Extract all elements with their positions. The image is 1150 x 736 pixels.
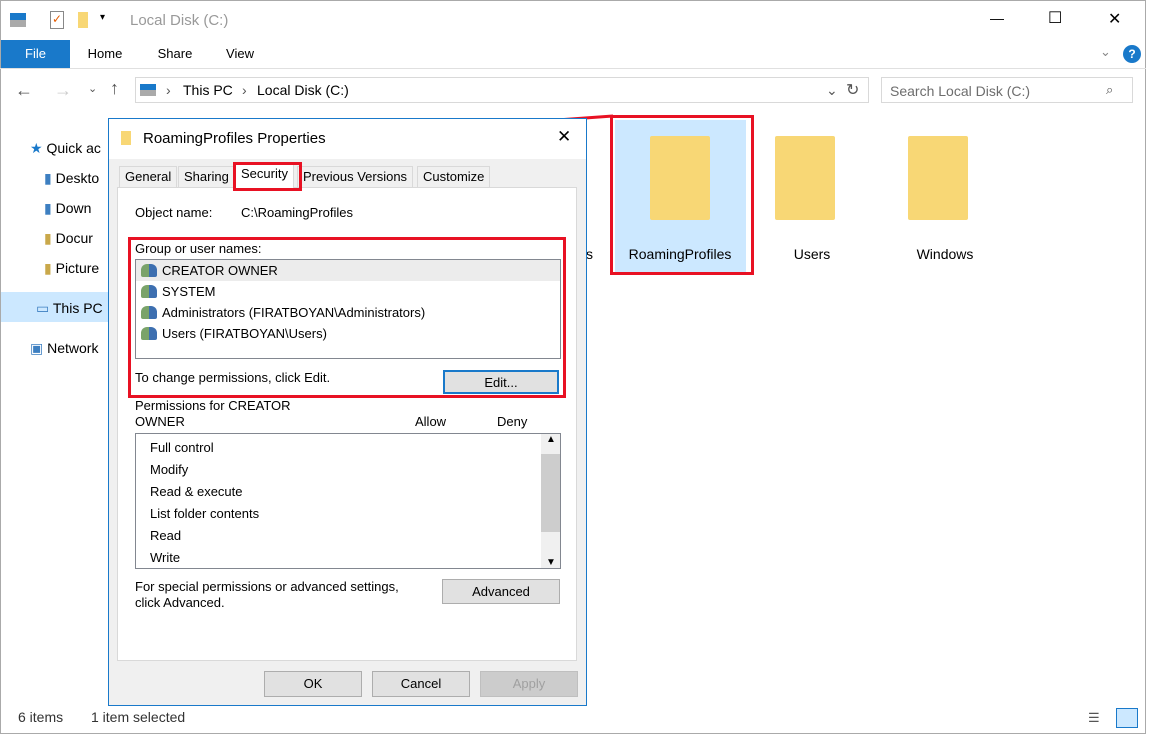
apply-button[interactable]: Apply (480, 671, 578, 697)
nav-documents[interactable]: ▮ Docur (44, 230, 93, 247)
folder-label: Users (793, 246, 831, 262)
refresh-icon[interactable]: ↻ (846, 80, 859, 100)
ribbon-divider (0, 68, 1146, 69)
status-selected: 1 item selected (91, 709, 186, 725)
folder-label: Windows (916, 246, 974, 262)
search-input[interactable]: Search Local Disk (C:) (881, 77, 1133, 103)
permission-row: Read & execute (150, 484, 243, 499)
allow-header: Allow (415, 414, 447, 429)
minimize-button[interactable]: — (990, 10, 1004, 26)
tab-sharing[interactable]: Sharing (178, 166, 235, 188)
cancel-button[interactable]: Cancel (372, 671, 470, 697)
star-icon: ★ (30, 140, 43, 156)
recent-locations-icon[interactable]: ⌄ (88, 82, 97, 95)
dialog-titlebar: RoamingProfiles Properties ✕ (109, 119, 586, 159)
permission-row: Write (150, 550, 181, 565)
window-title: Local Disk (C:) (130, 12, 229, 29)
folder-icon (908, 136, 968, 220)
permissions-label-cont: OWNER (135, 414, 185, 429)
nav-this-pc[interactable]: ▭ This PC (36, 300, 103, 317)
permission-row: Read (150, 528, 182, 543)
permissions-list: Full control Modify Read & execute List … (135, 433, 561, 569)
ok-button[interactable]: OK (264, 671, 362, 697)
up-icon[interactable]: ↑ (110, 78, 119, 99)
tab-home[interactable]: Home (80, 40, 130, 68)
maximize-button[interactable]: ☐ (1048, 8, 1062, 28)
customize-qat-icon[interactable]: ▾ (100, 12, 105, 23)
scroll-up-icon[interactable]: ▲ (546, 434, 556, 445)
nav-downloads[interactable]: ▮ Down (44, 200, 91, 217)
dialog-title: RoamingProfiles Properties (143, 130, 326, 147)
security-panel: Object name: C:\RoamingProfiles Group or… (117, 187, 577, 661)
permissions-label: Permissions for CREATOR (135, 398, 291, 413)
tab-previous-versions[interactable]: Previous Versions (297, 166, 414, 188)
dialog-close-button[interactable]: ✕ (557, 127, 571, 147)
downloads-icon: ▮ (44, 200, 52, 216)
documents-icon: ▮ (44, 230, 52, 246)
nav-quick-access[interactable]: ★ Quick ac (30, 140, 101, 157)
details-view-icon[interactable]: ☰ (1088, 710, 1100, 726)
scrollbar[interactable]: ▲ ▼ (541, 434, 560, 568)
forward-icon[interactable]: → (54, 80, 72, 101)
breadcrumb-this-pc[interactable]: This PC (183, 82, 233, 98)
tab-customize[interactable]: Customize (417, 166, 491, 188)
highlight-box-tab (233, 162, 302, 191)
computer-icon: ▭ (36, 300, 50, 316)
address-dropdown-icon[interactable]: ⌄ (826, 82, 838, 99)
status-item-count: 6 items (18, 709, 64, 725)
object-name-value: C:\RoamingProfiles (241, 205, 353, 220)
nav-network[interactable]: ▣ Network (30, 340, 98, 357)
special-permissions-text-cont: click Advanced. (135, 595, 225, 610)
properties-dialog: RoamingProfiles Properties ✕ General Sha… (108, 118, 587, 706)
scrollbar-thumb[interactable] (541, 454, 560, 532)
nav-desktop[interactable]: ▮ Deskto (44, 170, 99, 187)
highlight-box-folder (610, 115, 754, 275)
tab-share[interactable]: Share (150, 40, 200, 68)
pictures-icon: ▮ (44, 260, 52, 276)
back-icon[interactable]: ← (15, 80, 33, 101)
permission-row: Full control (150, 440, 214, 455)
address-bar[interactable]: › This PC › Local Disk (C:) ⌄ (135, 77, 869, 103)
advanced-button[interactable]: Advanced (442, 579, 560, 604)
desktop-icon: ▮ (44, 170, 52, 186)
tab-general[interactable]: General (119, 166, 178, 188)
partial-item-label: s (586, 246, 593, 262)
permission-row: List folder contents (150, 506, 260, 521)
close-button[interactable]: ✕ (1108, 9, 1121, 29)
highlight-box-group (128, 237, 566, 398)
permission-row: Modify (150, 462, 189, 477)
properties-icon[interactable]: ✓ (50, 11, 64, 29)
nav-pictures[interactable]: ▮ Picture (44, 260, 99, 277)
expand-ribbon-icon[interactable]: ⌄ (1100, 44, 1111, 60)
search-icon: ⌕ (1106, 82, 1114, 97)
folder-icon (775, 136, 835, 220)
large-icons-view-icon[interactable] (1116, 708, 1138, 728)
folder-windows[interactable]: Windows (880, 120, 1011, 272)
network-icon: ▣ (30, 340, 44, 356)
folder-icon (121, 131, 131, 145)
new-folder-icon[interactable] (78, 12, 88, 28)
tab-view[interactable]: View (215, 40, 265, 68)
breadcrumb-local-disk[interactable]: Local Disk (C:) (257, 82, 349, 98)
deny-header: Deny (497, 414, 528, 429)
tab-file[interactable]: File (1, 40, 70, 68)
drive-icon (10, 13, 26, 27)
help-icon[interactable]: ? (1123, 45, 1141, 63)
scroll-down-icon[interactable]: ▼ (546, 557, 556, 568)
drive-icon (140, 84, 156, 96)
object-name-label: Object name: (135, 205, 213, 220)
folder-users[interactable]: Users (747, 120, 878, 272)
special-permissions-text: For special permissions or advanced sett… (135, 579, 399, 594)
